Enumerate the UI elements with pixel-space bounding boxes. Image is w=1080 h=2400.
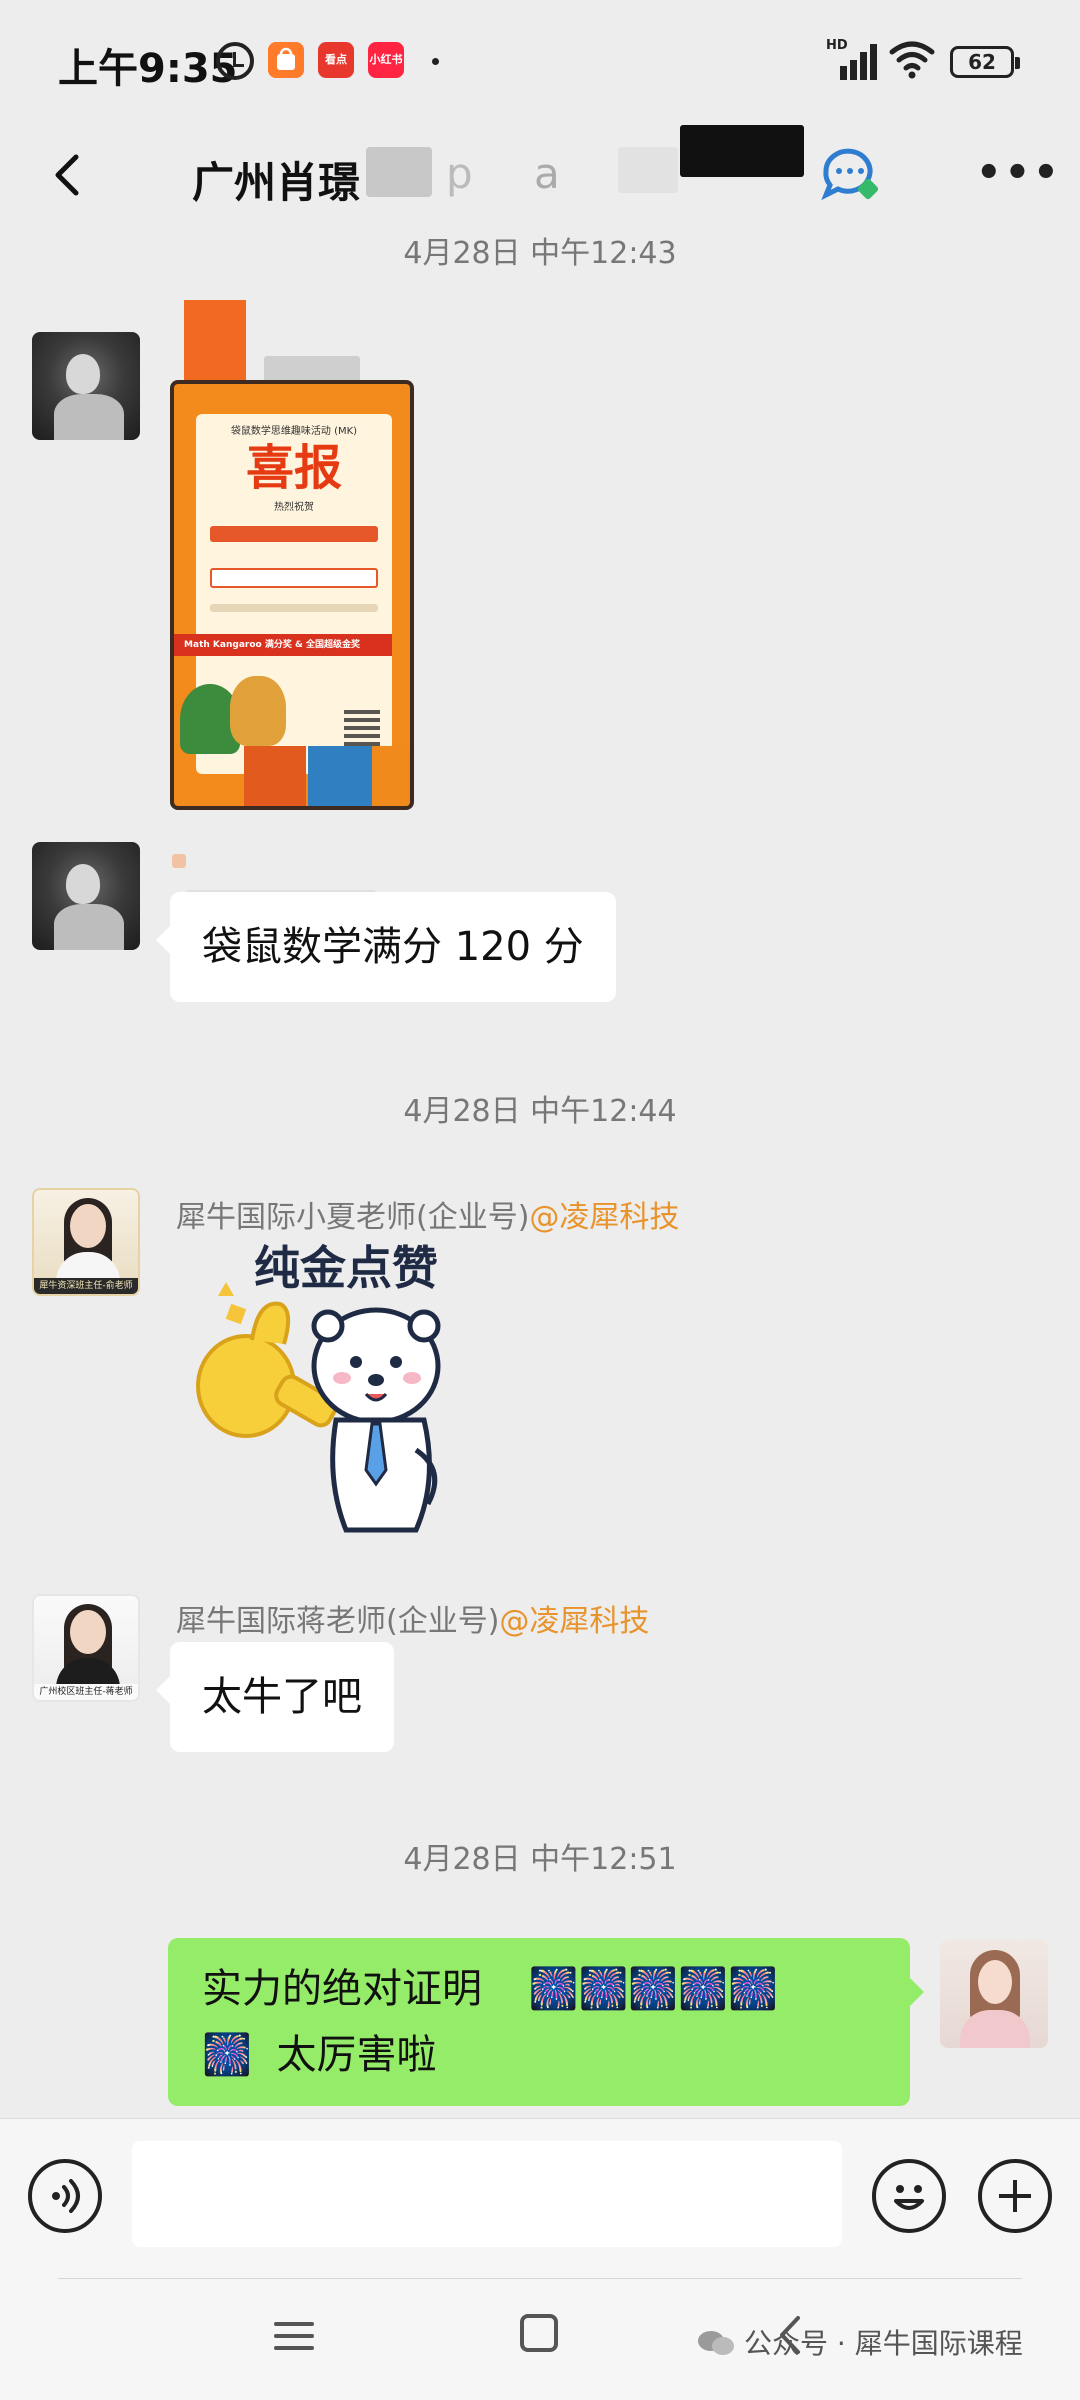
- title-fragment-a: a: [534, 149, 560, 198]
- taobao-app-icon: [268, 42, 304, 78]
- signal-icon: HD: [826, 38, 882, 80]
- chat-header: 广州肖璟 p a •••: [0, 125, 1080, 225]
- redacted-title-mosaic-2: [618, 147, 678, 193]
- my-message-text: 实力的绝对证明: [202, 1966, 482, 2012]
- battery-icon: 62: [950, 46, 1020, 78]
- smiley-icon: [894, 2185, 924, 2210]
- voice-input-button[interactable]: [28, 2159, 102, 2233]
- kangaroo-mascot: [230, 676, 286, 746]
- poster-org: 袋鼠数学思维趣味活动 (MK): [230, 426, 358, 437]
- more-functions-button[interactable]: [978, 2159, 1052, 2233]
- firework-emoji-group: 🎆🎆🎆🎆🎆: [529, 1966, 778, 2012]
- message-bubble[interactable]: 袋鼠数学满分 120 分: [156, 892, 616, 1002]
- sender-name-text: 犀牛国际蒋老师(企业号): [176, 1604, 500, 1639]
- avatar[interactable]: 犀牛资深班主任-俞老师: [32, 1188, 140, 1296]
- timestamp: 4月28日 中午12:43: [403, 236, 677, 271]
- watermark-text: 公众号 · 犀牛国际课程: [744, 2327, 1023, 2360]
- sender-company-tag: @凌犀科技: [529, 1200, 680, 1235]
- xiaohongshu-app-icon: 小红书: [368, 42, 404, 78]
- sender-company-tag: @凌犀科技: [499, 1604, 650, 1639]
- sticker-text: 纯金点赞: [254, 1241, 438, 1295]
- input-bar: [0, 2118, 1080, 2278]
- my-message-line-2: 🎆 太厉害啦: [202, 2022, 876, 2088]
- poster-headline: 喜报: [245, 440, 342, 496]
- redacted-title-mosaic: [366, 147, 432, 197]
- wechat-official-account-icon: [696, 2329, 736, 2357]
- title-fragment-p: p: [446, 149, 473, 198]
- sender-name-text: 犀牛国际小夏老师(企业号): [176, 1200, 530, 1235]
- status-time: 上午9:35: [58, 46, 238, 92]
- poster-image[interactable]: 袋鼠数学思维趣味活动 (MK) 喜报 热烈祝贺 Math Kangaroo 满分…: [170, 300, 414, 810]
- divider: [58, 2278, 1022, 2279]
- back-button[interactable]: [42, 147, 98, 203]
- wifi-icon: [888, 38, 936, 80]
- more-options-button[interactable]: •••: [976, 153, 1059, 193]
- avatar[interactable]: [32, 842, 140, 950]
- message-input[interactable]: [132, 2141, 842, 2247]
- poster-subtitle: 热烈祝贺: [274, 502, 314, 513]
- sender-name: 犀牛国际小夏老师(企业号)@凌犀科技: [176, 1192, 679, 1236]
- my-avatar[interactable]: [940, 1940, 1048, 2048]
- alarm-icon: [216, 42, 254, 80]
- qr-code: [344, 710, 380, 746]
- watermark: 公众号 · 犀牛国际课程: [696, 2322, 1023, 2362]
- firework-icon: 🎆: [578, 1966, 629, 2012]
- firework-icon: 🎆: [727, 1966, 778, 2012]
- poster-name-bar: [210, 526, 378, 542]
- timestamp: 4月28日 中午12:51: [403, 1842, 677, 1877]
- system-navigation-bar: 公众号 · 犀牛国际课程: [0, 2278, 1080, 2400]
- poster-school-bar: [210, 568, 378, 588]
- notification-dot-icon: [432, 58, 439, 65]
- sender-name: 犀牛国际蒋老师(企业号)@凌犀科技: [176, 1596, 649, 1640]
- poster-corner: [184, 300, 246, 380]
- my-message-bubble[interactable]: 实力的绝对证明 🎆🎆🎆🎆🎆 🎆 太厉害啦: [168, 1938, 924, 2106]
- search-chat-icon[interactable]: [816, 141, 882, 207]
- status-bar: 上午9:35 看点 小红书 HD 62: [0, 0, 1080, 125]
- poster-card: 袋鼠数学思维趣味活动 (MK) 喜报 热烈祝贺 Math Kangaroo 满分…: [170, 380, 414, 810]
- firework-icon: 🎆: [528, 1966, 579, 2012]
- firework-icon: 🎆: [628, 1966, 679, 2012]
- poster-line: [210, 604, 378, 612]
- news-app-icon: 看点: [318, 42, 354, 78]
- redaction-block: [680, 125, 804, 177]
- chevron-left-icon: [55, 154, 79, 196]
- recent-apps-button[interactable]: [274, 2316, 318, 2356]
- avatar-caption: 广州校区班主任-蒋老师: [34, 1684, 138, 1700]
- voice-icon: [52, 2179, 80, 2213]
- sender-mosaic: [172, 854, 186, 868]
- home-button[interactable]: [520, 2314, 558, 2352]
- emoji-button[interactable]: [872, 2159, 946, 2233]
- my-message-text: 太厉害啦: [276, 2032, 437, 2078]
- my-message-line-1: 实力的绝对证明 🎆🎆🎆🎆🎆: [202, 1956, 876, 2022]
- poster-color-blocks: [174, 746, 410, 806]
- poster-award-band: Math Kangaroo 满分奖 & 全国超级金奖: [174, 634, 392, 656]
- hd-label: HD: [826, 38, 848, 53]
- timestamp: 4月28日 中午12:44: [403, 1094, 677, 1129]
- firework-icon: 🎆: [678, 1966, 728, 2012]
- sticker-gold-thumbs-up[interactable]: 纯金点赞: [176, 1236, 496, 1546]
- message-bubble[interactable]: 太牛了吧: [156, 1642, 394, 1752]
- avatar[interactable]: 广州校区班主任-蒋老师: [32, 1594, 140, 1702]
- firework-icon: 🎆: [202, 2032, 252, 2078]
- chat-title: 广州肖璟: [192, 158, 361, 207]
- avatar[interactable]: [32, 332, 140, 440]
- avatar-caption: 犀牛资深班主任-俞老师: [34, 1278, 138, 1294]
